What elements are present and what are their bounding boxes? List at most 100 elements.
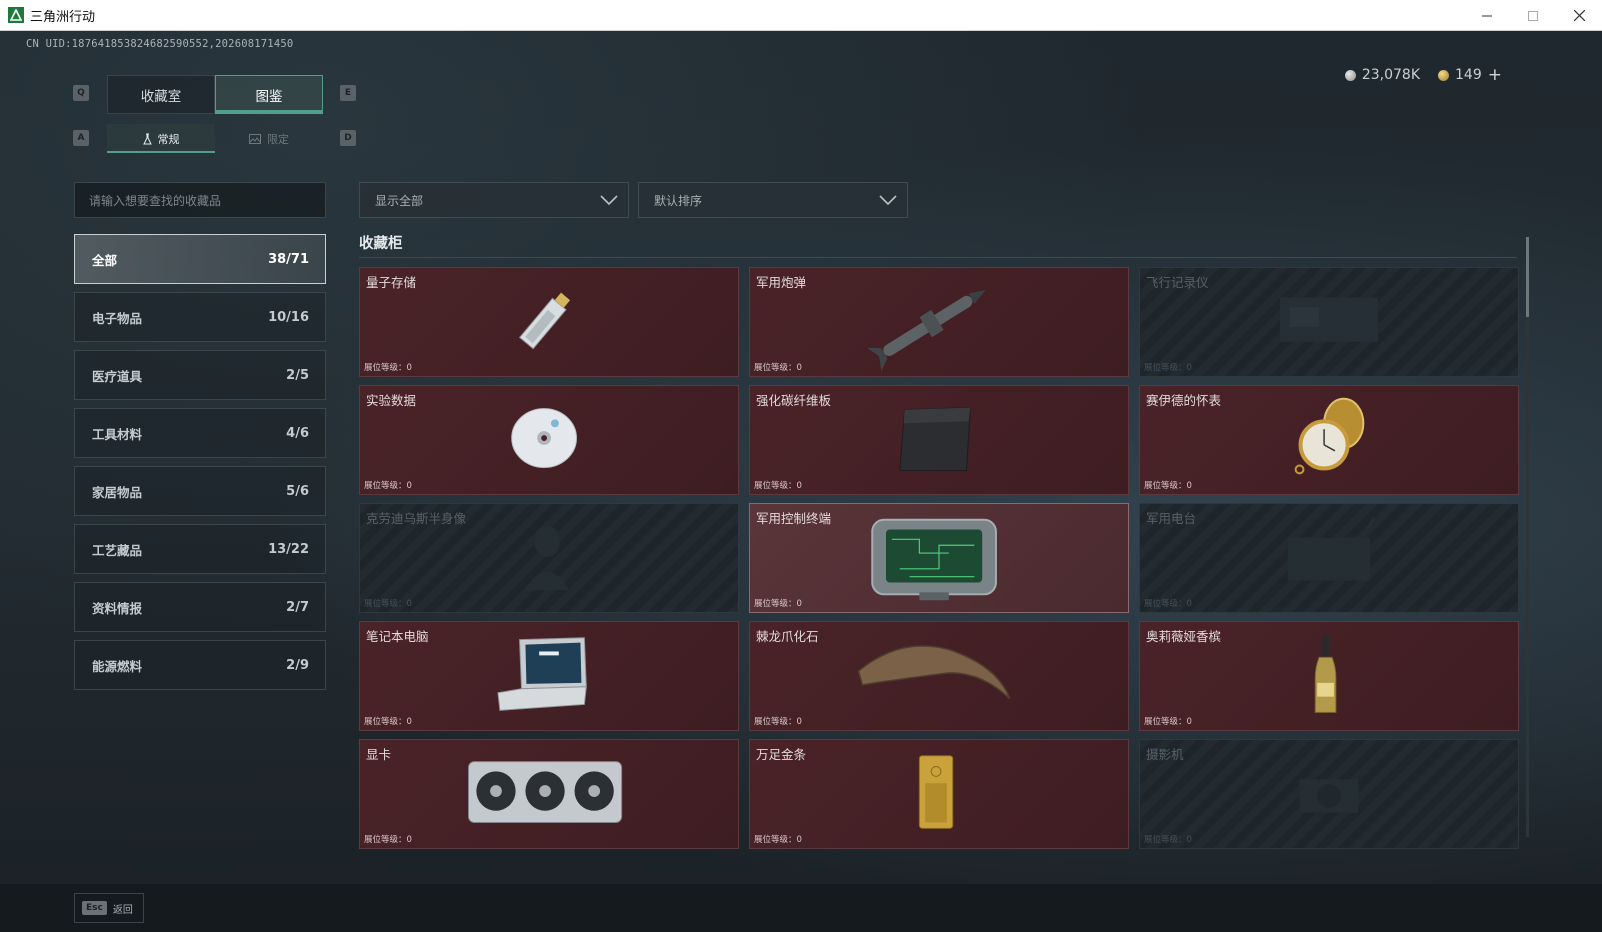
item-level: 展位等级：0 — [1144, 599, 1192, 609]
esc-key-hint: Esc — [82, 901, 107, 915]
item-level: 展位等级：0 — [364, 835, 412, 845]
camera-icon — [1299, 779, 1359, 813]
sort-dropdown[interactable]: 默认排序 — [638, 182, 908, 218]
game-viewport: CN UID:187641853824682590552,20260817145… — [0, 31, 1602, 932]
currency-bar: 23,078K 149 + — [1344, 65, 1502, 85]
collection-card[interactable]: 实验数据 展位等级：0 — [359, 385, 739, 495]
minimize-button[interactable] — [1464, 0, 1510, 31]
window-title: 三角洲行动 — [30, 9, 96, 25]
sub-tabs: 常规 限定 — [107, 124, 323, 153]
collection-card[interactable]: 军用电台 展位等级：0 — [1139, 503, 1519, 613]
image-icon — [249, 133, 261, 144]
close-button[interactable] — [1556, 0, 1602, 31]
tab-collection-room[interactable]: 收藏室 — [107, 75, 215, 114]
chevron-down-icon — [879, 195, 897, 205]
scrollbar-track[interactable] — [1526, 237, 1529, 837]
category-count: 4/6 — [286, 425, 309, 441]
category-energy[interactable]: 能源燃料 2/9 — [74, 640, 326, 690]
gold-currency: 149 + — [1438, 65, 1502, 85]
item-level: 展位等级：0 — [754, 599, 802, 609]
category-household[interactable]: 家居物品 5/6 — [74, 466, 326, 516]
item-level: 展位等级：0 — [754, 717, 802, 727]
item-name: 赛伊德的怀表 — [1146, 393, 1222, 408]
search-placeholder: 请输入想要查找的收藏品 — [89, 193, 222, 208]
display-filter-dropdown[interactable]: 显示全部 — [359, 182, 629, 218]
category-label: 医疗道具 — [92, 368, 143, 384]
category-label: 家居物品 — [92, 484, 143, 500]
item-name: 强化碳纤维板 — [756, 393, 832, 408]
item-level: 展位等级：0 — [1144, 835, 1192, 845]
category-medical[interactable]: 医疗道具 2/5 — [74, 350, 326, 400]
collection-card[interactable]: 军用控制终端 展位等级：0 — [749, 503, 1129, 613]
add-currency-button[interactable]: + — [1488, 65, 1502, 85]
player-uid: CN UID:187641853824682590552,20260817145… — [26, 38, 294, 50]
category-crafts[interactable]: 工艺藏品 13/22 — [74, 524, 326, 574]
category-electronics[interactable]: 电子物品 10/16 — [74, 292, 326, 342]
item-level: 展位等级：0 — [1144, 363, 1192, 373]
section-title: 收藏柜 — [359, 236, 403, 252]
gold-bar-icon — [918, 755, 954, 829]
category-count: 2/9 — [286, 657, 309, 673]
item-level: 展位等级：0 — [364, 481, 412, 491]
category-count: 13/22 — [268, 541, 309, 557]
window-titlebar: 三角洲行动 — [0, 0, 1602, 31]
collection-grid: 量子存储 展位等级：0 军用炮弹 展位等级：0 飞行记录仪 展位等级：0 实验数… — [359, 267, 1519, 849]
section-divider — [359, 257, 1517, 258]
category-label: 工艺藏品 — [92, 542, 143, 558]
item-level: 展位等级：0 — [1144, 717, 1192, 727]
collection-card[interactable]: 赛伊德的怀表 展位等级：0 — [1139, 385, 1519, 495]
item-name: 万足金条 — [756, 747, 807, 762]
item-name: 奥莉薇娅香槟 — [1146, 629, 1222, 644]
category-count: 10/16 — [268, 309, 309, 325]
app-logo-icon — [8, 7, 24, 23]
collection-card[interactable]: 军用炮弹 展位等级：0 — [749, 267, 1129, 377]
search-input[interactable]: 请输入想要查找的收藏品 — [74, 182, 326, 218]
category-label: 资料情报 — [92, 600, 143, 616]
category-tools[interactable]: 工具材料 4/6 — [74, 408, 326, 458]
category-count: 2/5 — [286, 367, 309, 383]
graphics-card-icon — [467, 761, 623, 823]
key-hint-e: E — [340, 85, 356, 101]
item-level: 展位等级：0 — [364, 717, 412, 727]
collection-card[interactable]: 克劳迪乌斯半身像 展位等级：0 — [359, 503, 739, 613]
item-level: 展位等级：0 — [1144, 481, 1192, 491]
disc-icon — [511, 408, 577, 468]
key-hint-q: Q — [73, 85, 89, 101]
flask-icon — [142, 133, 152, 144]
collection-card[interactable]: 笔记本电脑 展位等级：0 — [359, 621, 739, 731]
collection-grid-viewport: 量子存储 展位等级：0 军用炮弹 展位等级：0 飞行记录仪 展位等级：0 实验数… — [359, 267, 1519, 852]
item-name: 显卡 — [366, 747, 392, 762]
collection-card[interactable]: 奥莉薇娅香槟 展位等级：0 — [1139, 621, 1519, 731]
maximize-button[interactable] — [1510, 0, 1556, 31]
footer-bar — [0, 884, 1602, 932]
collection-card[interactable]: 量子存储 展位等级：0 — [359, 267, 739, 377]
scrollbar-thumb[interactable] — [1526, 237, 1529, 317]
category-count: 2/7 — [286, 599, 309, 615]
collection-card[interactable]: 飞行记录仪 展位等级：0 — [1139, 267, 1519, 377]
category-list: 全部 38/71 电子物品 10/16 医疗道具 2/5 工具材料 4/6 家居… — [74, 234, 326, 698]
tab-limited[interactable]: 限定 — [215, 124, 323, 153]
collection-card[interactable]: 显卡 展位等级：0 — [359, 739, 739, 849]
gold-amount: 149 — [1455, 67, 1482, 83]
item-level: 展位等级：0 — [364, 599, 412, 609]
item-level: 展位等级：0 — [754, 481, 802, 491]
item-name: 摄影机 — [1146, 747, 1184, 762]
tab-catalog[interactable]: 图鉴 — [215, 75, 323, 114]
item-level: 展位等级：0 — [754, 835, 802, 845]
collection-card[interactable]: 强化碳纤维板 展位等级：0 — [749, 385, 1129, 495]
collection-card[interactable]: 棘龙爪化石 展位等级：0 — [749, 621, 1129, 731]
category-intel[interactable]: 资料情报 2/7 — [74, 582, 326, 632]
back-label: 返回 — [112, 904, 133, 916]
collection-card[interactable]: 万足金条 展位等级：0 — [749, 739, 1129, 849]
main-tabs: 收藏室 图鉴 — [107, 75, 323, 114]
display-filter-value: 显示全部 — [375, 193, 424, 208]
item-level: 展位等级：0 — [364, 363, 412, 373]
category-label: 全部 — [92, 252, 118, 268]
back-button[interactable]: Esc 返回 — [74, 893, 144, 923]
item-name: 量子存储 — [366, 275, 417, 290]
radio-icon — [1287, 516, 1376, 581]
missile-icon — [866, 289, 986, 372]
tab-regular[interactable]: 常规 — [107, 124, 215, 153]
category-all[interactable]: 全部 38/71 — [74, 234, 326, 284]
collection-card[interactable]: 摄影机 展位等级：0 — [1139, 739, 1519, 849]
